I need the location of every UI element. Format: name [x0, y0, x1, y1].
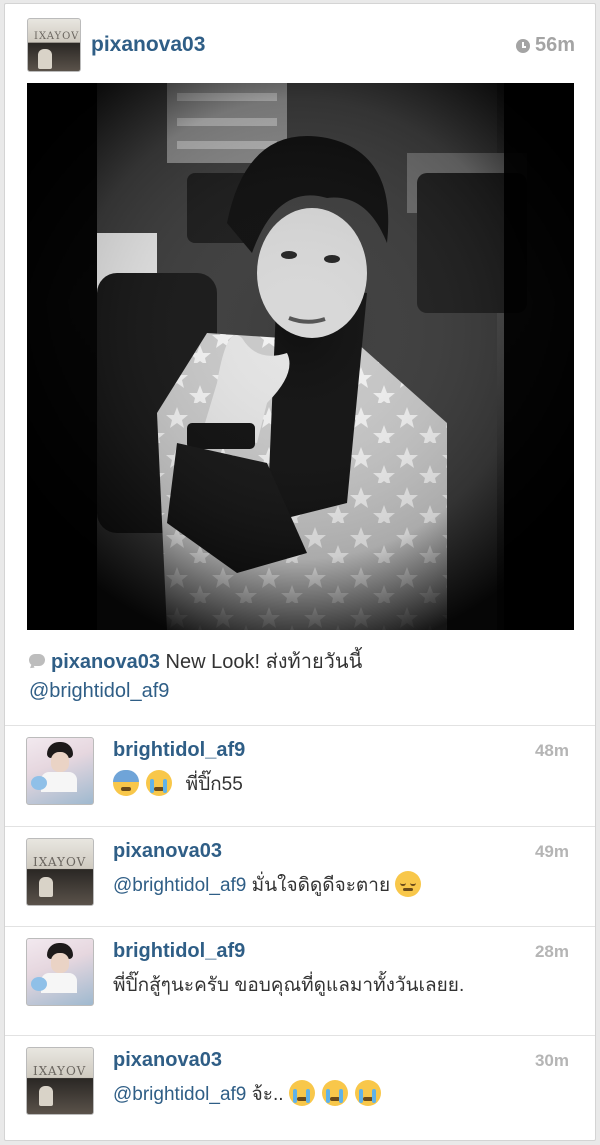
- poster-avatar[interactable]: IXAYOV: [27, 18, 81, 72]
- post-timestamp: 56m: [515, 34, 575, 57]
- comment-text-row: @brightidol_af9 จ้ะ..: [113, 1079, 383, 1109]
- comment-text-row: พี่ปิ๊ก55: [113, 769, 243, 799]
- comment-text-row: พี่ปิ๊กสู้ๆนะครับ ขอบคุณที่ดูแลมาทั้งวัน…: [113, 970, 464, 1000]
- comment-item: IXAYOV pixanova03 49m @brightidol_af9 มั…: [5, 826, 595, 926]
- comment-item: IXAYOV pixanova03 30m @brightidol_af9 จ้…: [5, 1035, 595, 1135]
- photo-image: [27, 83, 574, 630]
- comment-item: brightidol_af9 28m พี่ปิ๊กสู้ๆนะครับ ขอบ…: [5, 926, 595, 1026]
- comment-text-row: @brightidol_af9 มั่นใจดิดูดีจะตาย: [113, 870, 423, 900]
- comment-bubble-icon: [29, 654, 45, 666]
- caption-text: New Look! ส่งท้ายวันนี้: [165, 651, 363, 673]
- avatar-logo-text: IXAYOV: [33, 1064, 87, 1078]
- commenter-avatar[interactable]: [26, 737, 94, 805]
- comment-username[interactable]: brightidol_af9: [113, 940, 245, 963]
- caption-username[interactable]: pixanova03: [51, 651, 160, 673]
- avatar-flower: [31, 977, 47, 991]
- commenter-avatar[interactable]: IXAYOV: [26, 1047, 94, 1115]
- relieved-face-emoji: [395, 871, 422, 897]
- crying-face-emoji: [355, 1080, 382, 1106]
- avatar-logo-text: IXAYOV: [33, 855, 87, 869]
- crying-face-emoji: [146, 770, 173, 796]
- comment-time: 30m: [534, 1051, 569, 1070]
- crying-face-emoji: [322, 1080, 349, 1106]
- instagram-post-card: IXAYOV pixanova03 56m pixanova03 New Loo…: [4, 3, 596, 1141]
- avatar-logo-text: IXAYOV: [34, 31, 80, 42]
- commenter-avatar[interactable]: IXAYOV: [26, 838, 94, 906]
- comment-time: 28m: [534, 942, 569, 961]
- avatar-figure: [39, 1086, 53, 1106]
- comment-item: brightidol_af9 48m พี่ปิ๊ก55: [5, 725, 595, 825]
- avatar-face: [51, 752, 69, 772]
- avatar-figure: [39, 877, 53, 897]
- poster-username[interactable]: pixanova03: [91, 33, 205, 57]
- crying-face-emoji: [288, 1080, 315, 1106]
- comment-time: 48m: [534, 741, 569, 760]
- comment-mention[interactable]: @brightidol_af9: [113, 875, 246, 896]
- comment-text: จ้ะ..: [251, 1084, 284, 1105]
- comment-text: พี่ปิ๊กสู้ๆนะครับ ขอบคุณที่ดูแลมาทั้งวัน…: [113, 975, 465, 996]
- post-time-text: 56m: [534, 34, 575, 56]
- avatar-face: [51, 953, 69, 973]
- post-header: IXAYOV pixanova03 56m: [5, 4, 597, 84]
- comment-mention[interactable]: @brightidol_af9: [113, 1084, 246, 1105]
- caption-mention[interactable]: @brightidol_af9: [29, 680, 169, 702]
- avatar-figure: [38, 49, 52, 69]
- avatar-flower: [31, 776, 47, 790]
- fearful-face-emoji: [113, 770, 139, 796]
- comment-text: มั่นใจดิดูดีจะตาย: [251, 875, 391, 896]
- comment-username[interactable]: brightidol_af9: [113, 739, 245, 762]
- post-photo[interactable]: [27, 83, 574, 630]
- post-caption: pixanova03 New Look! ส่งท้ายวันนี้ @brig…: [29, 648, 577, 706]
- comment-text: พี่ปิ๊ก55: [185, 774, 243, 795]
- commenter-avatar[interactable]: [26, 938, 94, 1006]
- comment-time: 49m: [534, 842, 569, 861]
- comment-username[interactable]: pixanova03: [113, 840, 222, 863]
- comment-username[interactable]: pixanova03: [113, 1049, 222, 1072]
- clock-icon: [515, 38, 530, 53]
